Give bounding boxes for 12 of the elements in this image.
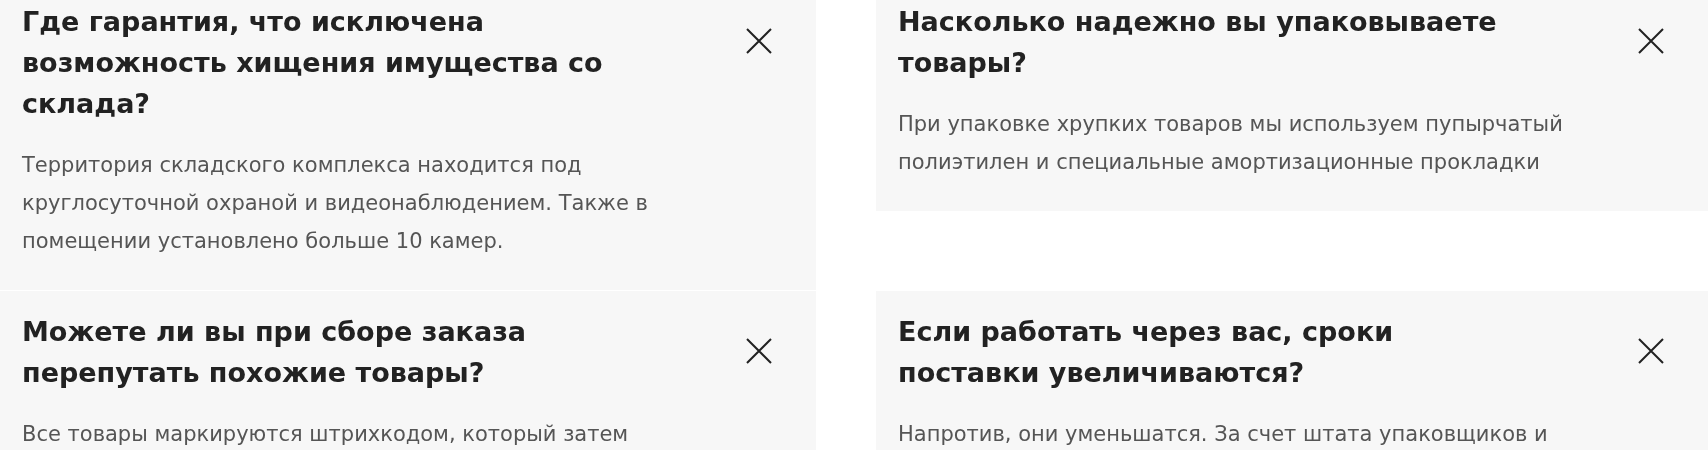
close-icon[interactable] — [746, 28, 772, 54]
close-icon[interactable] — [746, 338, 772, 364]
faq-answer: Все товары маркируются штрихкодом, который затем — [22, 421, 630, 448]
faq-question[interactable]: Если работать через вас, сроки поставки увеличиваются? — [898, 311, 1538, 393]
faq-answer: При упаковке хрупких товаров мы используем пупырчатый полиэтилен и специальные амортизационные прокладки — [898, 111, 1564, 176]
close-icon[interactable] — [1638, 338, 1664, 364]
faq-answer: Территория складского комплекса находится под круглосуточной охраной и видеонаблюдением. Также в помещении установлено больше 10 камер. — [22, 152, 649, 255]
close-icon[interactable] — [1638, 28, 1664, 54]
faq-question[interactable]: Насколько надежно вы упаковываете товары? — [898, 1, 1538, 83]
faq-question[interactable]: Где гарантия, что исключена возможность хищения имущества со склада? — [22, 1, 662, 124]
faq-question[interactable]: Можете ли вы при сборе заказа перепутать похожие товары? — [22, 311, 662, 393]
faq-answer: Напротив, они уменьшатся. За счет штата упаковщиков и — [898, 421, 1549, 448]
